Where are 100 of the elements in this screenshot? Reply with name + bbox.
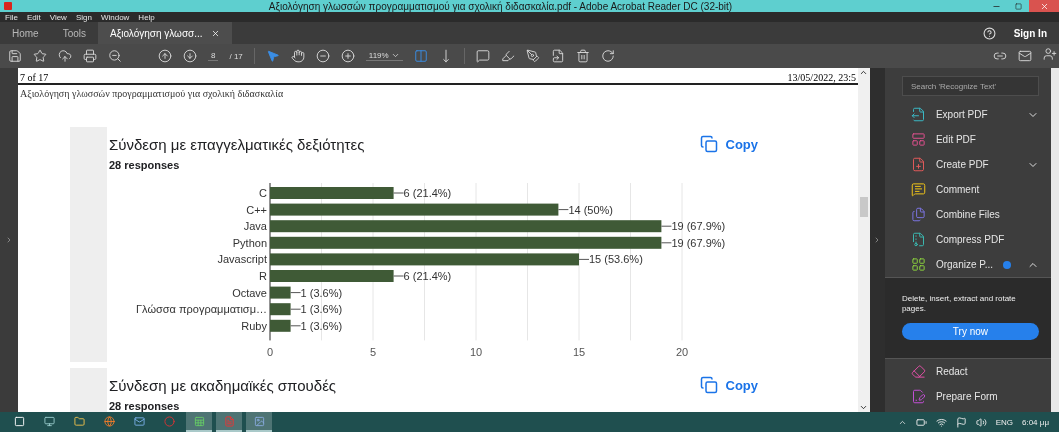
restore-icon[interactable] [1014, 2, 1022, 10]
tool-item[interactable]: Organize P... [884, 252, 1051, 277]
category-label: C++ [246, 203, 267, 216]
trash-icon[interactable] [575, 49, 590, 63]
desktop-icon [43, 415, 55, 427]
axis-tick-label: 5 [369, 346, 377, 359]
axis-tick-label: 20 [675, 346, 689, 359]
scrollbar[interactable] [1051, 68, 1059, 412]
menu-item[interactable]: Sign [75, 12, 92, 22]
try-now-button[interactable]: Try now [901, 322, 1039, 340]
scroll-up-icon[interactable] [859, 68, 869, 77]
axis-tick-label: 0 [266, 346, 274, 359]
language-indicator[interactable]: ENG [995, 417, 1013, 427]
page-total: / 17 [229, 51, 243, 61]
taskbar-button[interactable] [246, 412, 272, 432]
menu-item[interactable]: Edit [26, 12, 41, 22]
axis-tick-label: 10 [469, 346, 483, 359]
value-label: 1 (3.6%) [300, 286, 343, 299]
taskbar-button[interactable] [216, 412, 242, 432]
copy-icon [699, 135, 718, 153]
comment-icon [910, 182, 926, 197]
menu-item[interactable]: Window [100, 12, 130, 22]
zoom-dropdown[interactable]: 119% [365, 51, 403, 61]
network-icon[interactable] [935, 416, 947, 428]
tool-item[interactable]: Redact [884, 358, 1051, 384]
axis-tick-label: 15 [572, 346, 586, 359]
copy-button[interactable]: Copy [699, 376, 758, 395]
prepare-form-icon [910, 388, 926, 404]
zoom-icon[interactable] [108, 49, 122, 63]
link-icon[interactable] [993, 49, 1007, 63]
close-tab-icon[interactable] [210, 28, 220, 38]
pdf-app-icon [223, 415, 235, 427]
print-icon[interactable] [83, 49, 97, 63]
tab[interactable]: Home [0, 22, 51, 44]
hand-icon[interactable] [290, 49, 305, 63]
create-pdf-icon [910, 157, 926, 172]
previous-page-icon[interactable] [158, 49, 172, 63]
compress-pdf-icon [910, 232, 926, 247]
tab[interactable]: Αξιολόγηση γλωσσ... [98, 22, 232, 44]
tool-label: Prepare Form [935, 390, 999, 402]
window-title: Αξιολόγηση γλωσσών προγραμματισμού για σχολική διδασκαλία.pdf - Adobe Acrobat Reader DC (32-bit) [267, 0, 734, 12]
value-label: 14 (50%) [568, 203, 614, 216]
tool-item[interactable]: Combine Files [884, 202, 1051, 227]
cloud-upload-icon[interactable] [58, 49, 72, 63]
bar [270, 319, 291, 332]
tool-item[interactable]: Edit PDF [884, 127, 1051, 152]
save-icon[interactable] [8, 49, 22, 63]
sign-in-link[interactable]: Sign In [1013, 27, 1047, 39]
promo-text: Delete, insert, extract and rotate pages. [901, 294, 1017, 315]
rotate-icon[interactable] [600, 49, 615, 63]
clock[interactable]: 6:04 μμ [1022, 417, 1049, 427]
menu-item[interactable]: Help [138, 12, 155, 22]
category-label: Ruby [241, 319, 267, 332]
menu-item[interactable]: File [5, 12, 18, 22]
speaker-icon[interactable] [975, 416, 987, 428]
tool-item[interactable]: Comment [884, 177, 1051, 202]
copy-button[interactable]: Copy [699, 135, 758, 153]
value-label: 6 (21.4%) [403, 187, 452, 199]
scrollbar-thumb[interactable] [859, 197, 868, 217]
bar [270, 303, 291, 316]
browser-icon [103, 415, 115, 427]
caret-icon[interactable] [390, 51, 400, 60]
taskbar-button[interactable] [186, 412, 212, 432]
page-counter: 7 of 17 [20, 72, 49, 83]
value-label: 6 (21.4%) [403, 270, 452, 282]
zoom-in-icon[interactable] [340, 49, 355, 63]
tool-item[interactable]: Export PDF [884, 102, 1051, 127]
pointer-icon[interactable] [265, 49, 280, 63]
value-label: 19 (67.9%) [671, 220, 726, 233]
category-label: C [259, 187, 267, 199]
circle-app-icon [163, 415, 175, 427]
tool-label: Redact [935, 365, 969, 377]
star-icon[interactable] [33, 49, 47, 63]
tool-item[interactable]: Compress PDF [884, 227, 1051, 252]
send-file-icon[interactable] [550, 49, 565, 63]
flag-icon[interactable] [955, 416, 967, 428]
tool-item[interactable]: Prepare Form [884, 383, 1051, 409]
battery-icon[interactable] [915, 416, 927, 428]
mail-icon[interactable] [1018, 49, 1032, 63]
page-number-field[interactable]: 8 [208, 51, 219, 61]
next-page-icon[interactable] [183, 49, 197, 63]
help-icon[interactable] [982, 26, 996, 40]
tab[interactable]: Tools [50, 22, 99, 44]
value-label: 19 (67.9%) [671, 236, 726, 249]
close-icon[interactable] [1039, 1, 1049, 11]
tool-label: Combine Files [935, 209, 1001, 220]
tool-label: Create PDF [935, 159, 990, 170]
add-user-icon[interactable] [1043, 47, 1057, 61]
menu-item[interactable]: View [49, 12, 67, 22]
organize-pages-icon [910, 257, 926, 272]
comment-icon[interactable] [475, 49, 490, 63]
search-field[interactable]: Search 'Recognize Text' [901, 76, 1039, 96]
sign-pen-icon[interactable] [525, 49, 540, 63]
tool-item[interactable]: Create PDF [884, 152, 1051, 177]
highlighter-icon[interactable] [500, 49, 515, 63]
edit-pdf-icon [910, 132, 926, 147]
zoom-out-icon[interactable] [315, 49, 330, 63]
value-label: 1 (3.6%) [300, 319, 343, 332]
category-label: Γλώσσα προγραμματισμ… [136, 303, 267, 316]
scroll-down-icon[interactable] [859, 403, 869, 412]
